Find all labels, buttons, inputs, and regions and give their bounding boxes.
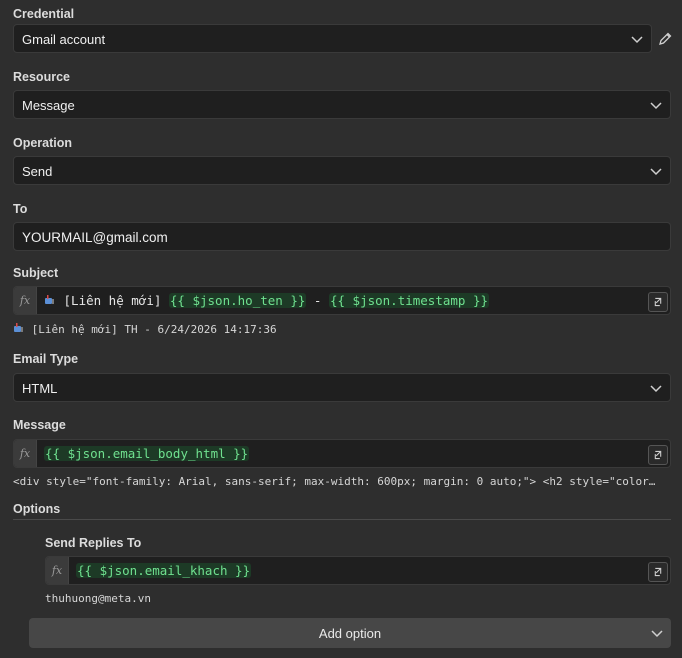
send-replies-to-label: Send Replies To <box>45 536 142 550</box>
pencil-icon[interactable] <box>657 31 673 47</box>
mailbox-icon <box>14 323 23 332</box>
fx-icon: fx <box>14 440 37 467</box>
email-type-value: HTML <box>22 381 58 396</box>
chevron-down-icon <box>631 36 643 44</box>
message-code: {{ $json.email_body_html }} <box>44 446 250 461</box>
email-type-select[interactable]: HTML <box>13 373 671 402</box>
chevron-down-icon <box>650 102 662 110</box>
to-value: YOURMAIL@gmail.com <box>22 230 168 245</box>
subject-preview-text: [Liên hệ mới] TH - 6/24/2026 14:17:36 <box>31 323 277 336</box>
resource-value: Message <box>22 98 75 113</box>
fx-icon: fx <box>46 557 69 584</box>
subject-expr-timestamp: {{ $json.timestamp }} <box>328 293 490 308</box>
email-type-label: Email Type <box>13 352 79 366</box>
to-input[interactable]: YOURMAIL@gmail.com <box>13 222 671 251</box>
expand-icon[interactable] <box>648 292 668 312</box>
chevron-down-icon <box>651 630 663 638</box>
fx-icon: fx <box>14 287 37 314</box>
expand-icon[interactable] <box>648 445 668 465</box>
chevron-down-icon <box>650 168 662 176</box>
credential-select[interactable]: Gmail account <box>13 24 652 53</box>
send-replies-to-preview: thuhuong@meta.vn <box>45 592 151 605</box>
message-preview: <div style="font-family: Arial, sans-ser… <box>13 475 656 488</box>
send-replies-to-code: {{ $json.email_khach }} <box>76 563 252 578</box>
mailbox-icon <box>45 295 54 304</box>
options-divider <box>13 519 671 520</box>
subject-expr-name: {{ $json.ho_ten }} <box>168 293 307 308</box>
subject-label: Subject <box>13 266 59 280</box>
subject-separator: - <box>313 293 322 308</box>
resource-select[interactable]: Message <box>13 90 671 119</box>
expand-icon[interactable] <box>648 562 668 582</box>
credential-value: Gmail account <box>22 32 106 47</box>
subject-prefix: [Liên hệ mới] <box>63 293 162 308</box>
subject-preview: [Liên hệ mới] TH - 6/24/2026 14:17:36 <box>13 322 277 336</box>
operation-value: Send <box>22 164 53 179</box>
resource-label: Resource <box>13 70 70 84</box>
message-expression-input[interactable]: fx {{ $json.email_body_html }} <box>13 439 671 468</box>
credential-label: Credential <box>13 7 75 21</box>
operation-select[interactable]: Send <box>13 156 671 185</box>
send-replies-to-expr: {{ $json.email_khach }} <box>76 563 252 578</box>
add-option-button[interactable]: Add option <box>29 618 671 648</box>
operation-label: Operation <box>13 136 73 150</box>
to-label: To <box>13 202 28 216</box>
message-label: Message <box>13 418 66 432</box>
subject-expression-input[interactable]: fx [Liên hệ mới] {{ $json.ho_ten }} - {{… <box>13 286 671 315</box>
subject-code: [Liên hệ mới] {{ $json.ho_ten }} - {{ $j… <box>44 293 490 308</box>
chevron-down-icon <box>650 385 662 393</box>
add-option-label: Add option <box>318 626 382 641</box>
message-expr: {{ $json.email_body_html }} <box>44 446 250 461</box>
options-label: Options <box>13 502 61 516</box>
send-replies-to-expression-input[interactable]: fx {{ $json.email_khach }} <box>45 556 671 585</box>
